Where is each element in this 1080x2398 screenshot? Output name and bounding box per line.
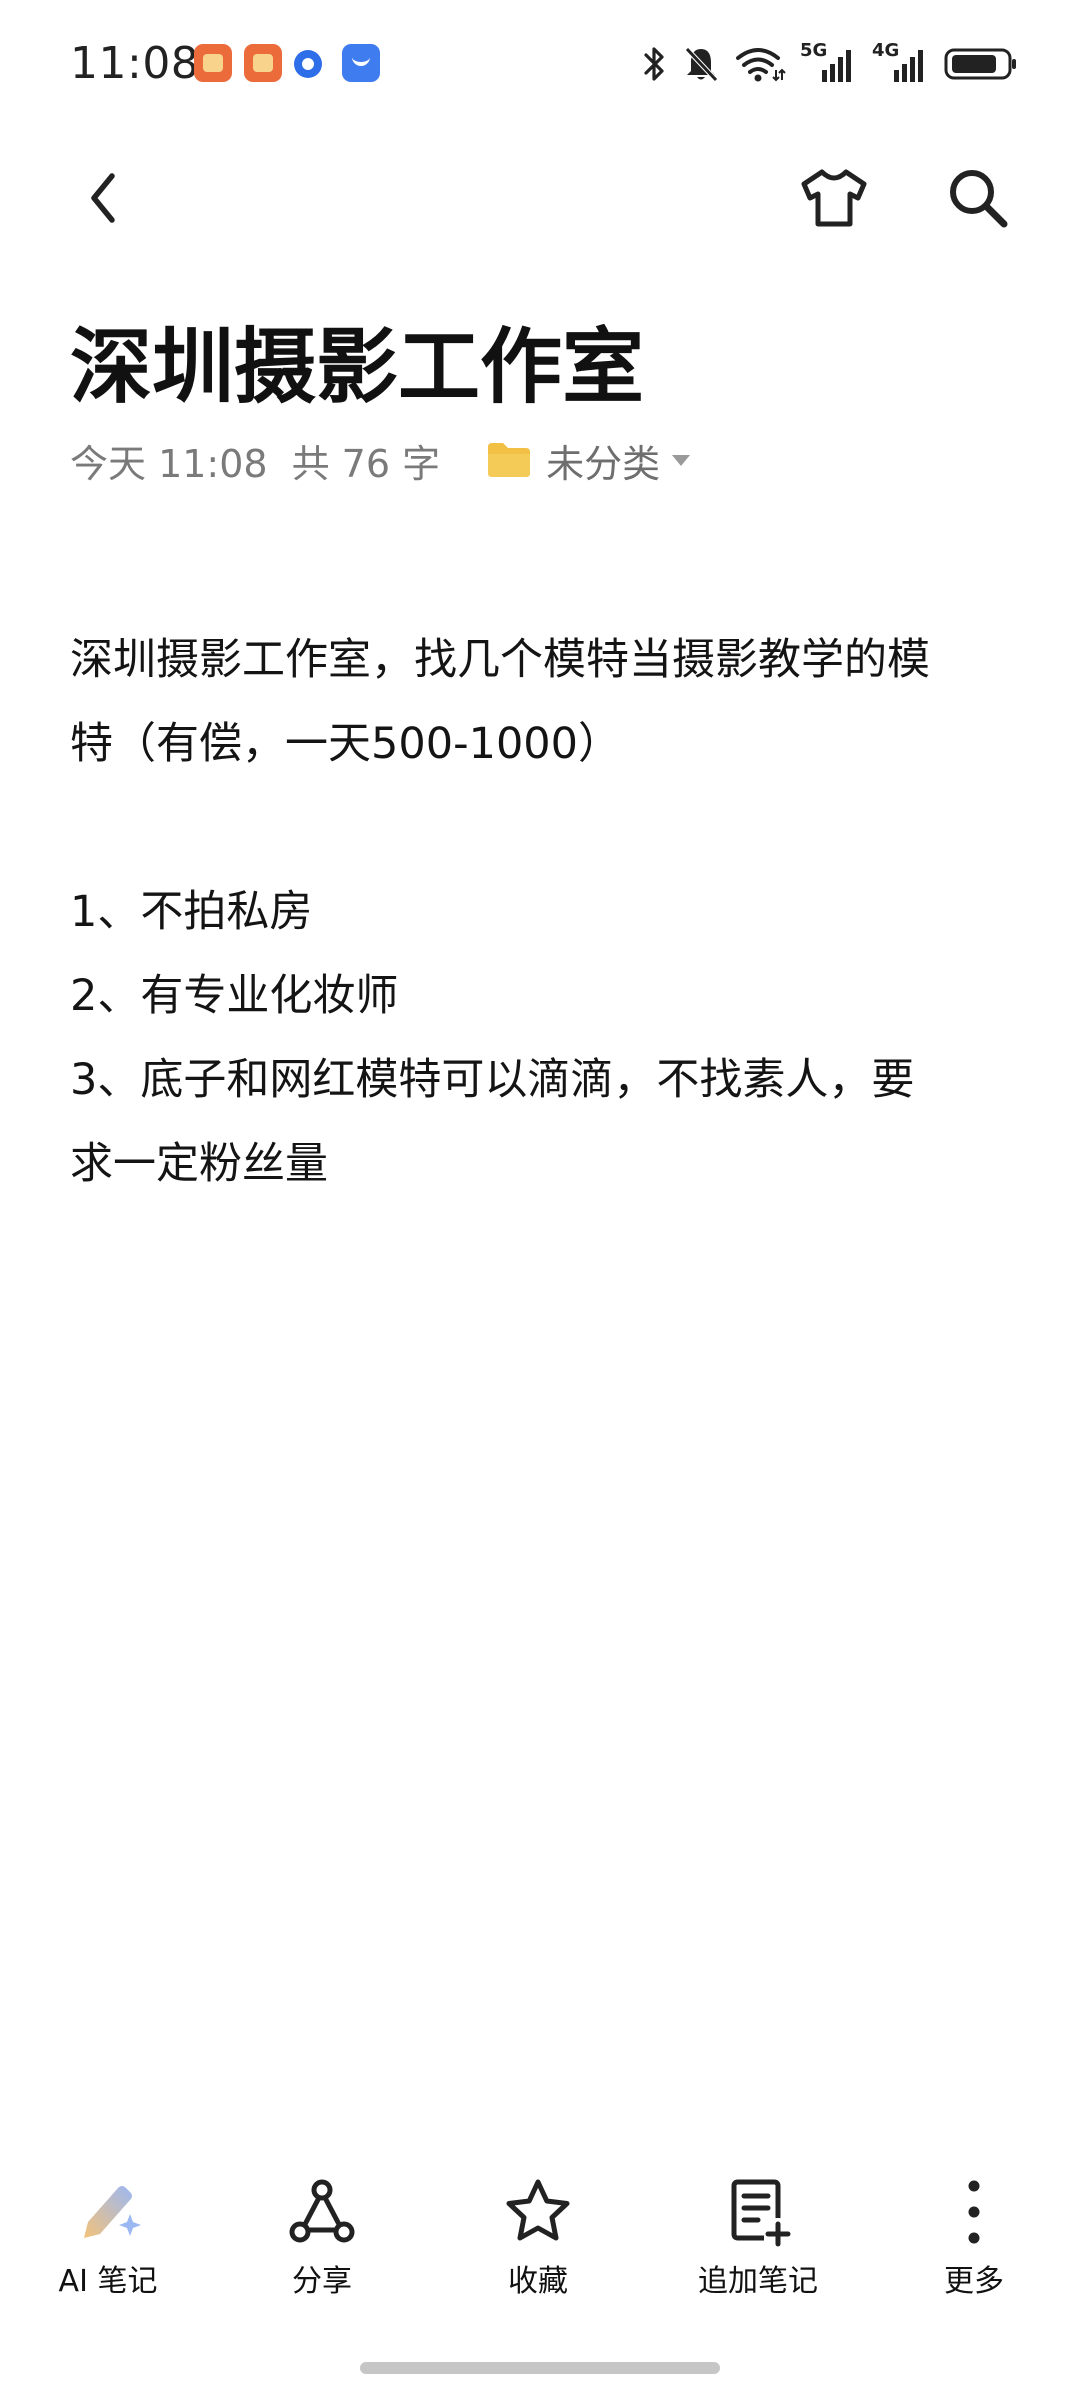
note-line: 2、有专业化妆师 [70, 971, 399, 1021]
status-time: 11:08 [70, 38, 200, 89]
folder-selector[interactable]: 未分类 [486, 433, 691, 488]
ai-pen-icon [72, 2176, 144, 2248]
app-notification-icon [294, 50, 322, 78]
note-content[interactable]: 深圳摄影工作室，找几个模特当摄影教学的模 特（有偿，一天500-1000） 1、… [70, 618, 1020, 1206]
back-button[interactable] [56, 150, 152, 246]
more-label: 更多 [944, 2264, 1004, 2299]
home-indicator[interactable] [360, 2362, 720, 2374]
note-line [70, 786, 1020, 870]
status-indicators: 5G 4G [642, 40, 1018, 88]
favorite-label: 收藏 [508, 2264, 568, 2299]
ai-note-button[interactable]: AI 笔记 [8, 2176, 208, 2316]
signal-4g-icon: 4G [872, 40, 930, 84]
app-notification-icon [194, 44, 232, 82]
search-button[interactable] [930, 150, 1026, 246]
folder-label: 未分类 [546, 441, 661, 486]
share-label: 分享 [292, 2264, 352, 2299]
more-button[interactable]: 更多 [874, 2176, 1074, 2316]
status-bar: 11:08 5G 4G [0, 0, 1080, 130]
note-line: 3、底子和网红模特可以滴滴，不找素人，要 [70, 1055, 915, 1105]
note-line: 1、不拍私房 [70, 887, 313, 937]
note-add-icon [722, 2176, 794, 2248]
share-button[interactable]: 分享 [222, 2176, 422, 2316]
bluetooth-icon [642, 44, 668, 84]
favorite-button[interactable]: 收藏 [438, 2176, 638, 2316]
word-count: 共 76 字 [291, 441, 441, 486]
bell-muted-icon [682, 44, 720, 84]
note-date: 今天 11:08 [70, 441, 268, 486]
wifi-icon [734, 44, 786, 84]
note-toolbar [0, 150, 1080, 250]
note-line: 深圳摄影工作室，找几个模特当摄影教学的模 [70, 635, 930, 685]
honor-app-icon [342, 44, 380, 82]
folder-icon [488, 443, 531, 477]
append-note-button[interactable]: 追加笔记 [658, 2176, 858, 2316]
share-icon [286, 2176, 358, 2248]
append-note-label: 追加笔记 [698, 2264, 818, 2299]
app-notification-icon [244, 44, 282, 82]
battery-icon [944, 44, 1018, 84]
bottom-action-bar: AI 笔记 分享 收藏 追加笔记 更多 [0, 2176, 1080, 2316]
back-arrow-icon [91, 173, 115, 223]
shirt-icon [801, 169, 867, 227]
more-vertical-icon [938, 2176, 1010, 2248]
signal-5g-icon: 5G [800, 40, 858, 84]
note-line: 求一定粉丝量 [70, 1139, 328, 1189]
chevron-down-icon [672, 454, 691, 466]
note-meta: 今天 11:08 共 76 字 未分类 [70, 430, 691, 490]
star-icon [502, 2176, 574, 2248]
search-icon [950, 170, 1008, 228]
theme-skin-button[interactable] [786, 150, 882, 246]
note-title[interactable]: 深圳摄影工作室 [70, 300, 644, 419]
note-line: 特（有偿，一天500-1000） [70, 719, 622, 769]
ai-note-label: AI 笔记 [58, 2264, 158, 2299]
